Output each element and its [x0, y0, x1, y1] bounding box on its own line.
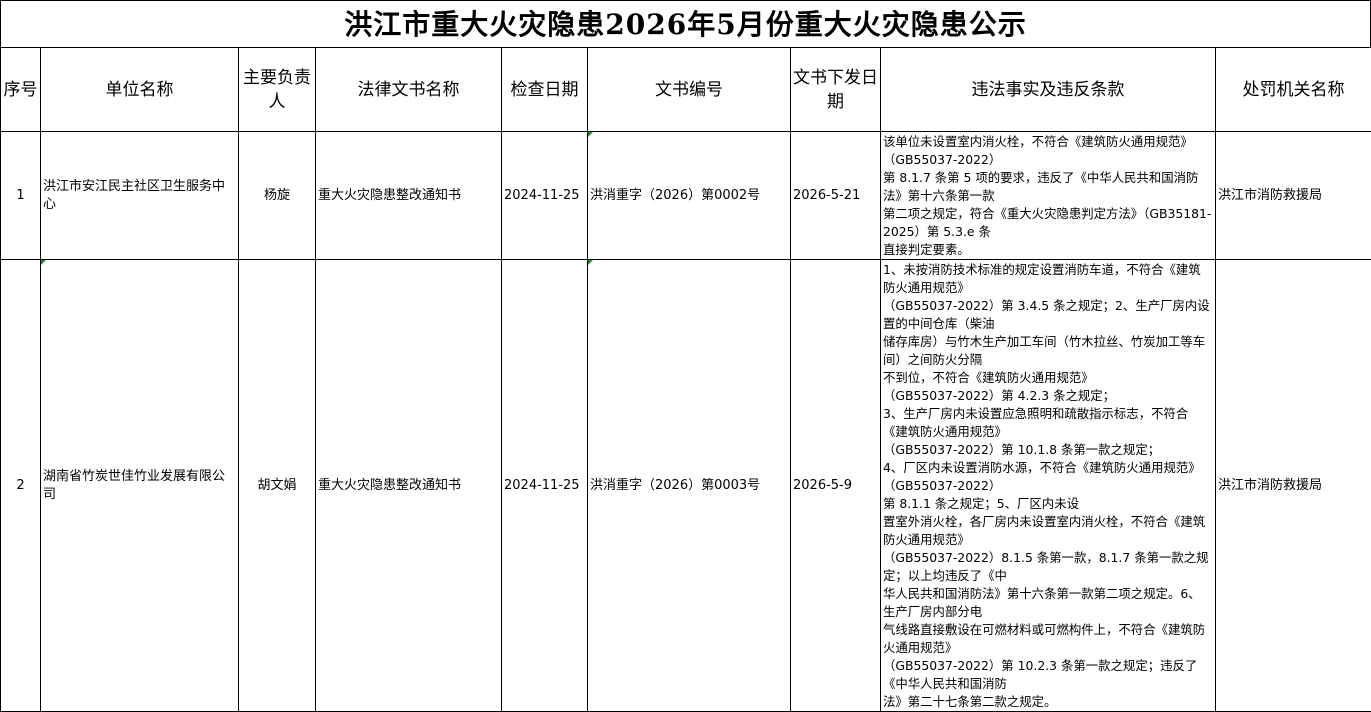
header-seq: 序号 — [1, 48, 41, 132]
page-title: 洪江市重大火灾隐患2026年5月份重大火灾隐患公示 — [0, 0, 1371, 47]
cell-responsible-person: 杨旋 — [239, 132, 316, 260]
header-document-number: 文书编号 — [588, 48, 791, 132]
cell-check-date: 2024-11-25 — [502, 260, 588, 712]
cell-document-number: 洪消重字（2026）第0003号 — [588, 260, 791, 712]
cell-seq: 2 — [1, 260, 41, 712]
cell-unit-name: 洪江市安江民主社区卫生服务中心 — [41, 132, 239, 260]
header-row: 序号 单位名称 主要负责人 法律文书名称 检查日期 文书编号 文书下发日期 违法… — [1, 48, 1371, 132]
table-row: 2 湖南省竹炭世佳竹业发展有限公司 胡文娟 重大火灾隐患整改通知书 2024-1… — [1, 260, 1371, 712]
cell-check-date: 2024-11-25 — [502, 132, 588, 260]
cell-authority: 洪江市消防救援局 — [1216, 132, 1371, 260]
header-legal-document-name: 法律文书名称 — [316, 48, 502, 132]
cell-issue-date: 2026-5-21 — [791, 132, 881, 260]
cell-legal-document-name: 重大火灾隐患整改通知书 — [316, 132, 502, 260]
cell-violation-facts: 1、未按消防技术标准的规定设置消防车道，不符合《建筑防火通用规范》 （GB550… — [881, 260, 1216, 712]
header-authority: 处罚机关名称 — [1216, 48, 1371, 132]
header-check-date: 检查日期 — [502, 48, 588, 132]
table-header: 序号 单位名称 主要负责人 法律文书名称 检查日期 文书编号 文书下发日期 违法… — [1, 48, 1371, 132]
cell-violation-facts: 该单位未设置室内消火栓，不符合《建筑防火通用规范》（GB55037-2022） … — [881, 132, 1216, 260]
cell-document-number: 洪消重字（2026）第0002号 — [588, 132, 791, 260]
hazard-table: 序号 单位名称 主要负责人 法律文书名称 检查日期 文书编号 文书下发日期 违法… — [0, 47, 1371, 712]
notice-sheet: 洪江市重大火灾隐患2026年5月份重大火灾隐患公示 序号 单位名称 主要负责人 … — [0, 0, 1371, 709]
table-row: 1 洪江市安江民主社区卫生服务中心 杨旋 重大火灾隐患整改通知书 2024-11… — [1, 132, 1371, 260]
cell-authority: 洪江市消防救援局 — [1216, 260, 1371, 712]
cell-seq: 1 — [1, 132, 41, 260]
cell-issue-date: 2026-5-9 — [791, 260, 881, 712]
header-unit-name: 单位名称 — [41, 48, 239, 132]
header-violation-facts: 违法事实及违反条款 — [881, 48, 1216, 132]
table-body: 1 洪江市安江民主社区卫生服务中心 杨旋 重大火灾隐患整改通知书 2024-11… — [1, 132, 1371, 712]
cell-responsible-person: 胡文娟 — [239, 260, 316, 712]
cell-legal-document-name: 重大火灾隐患整改通知书 — [316, 260, 502, 712]
header-issue-date: 文书下发日期 — [791, 48, 881, 132]
cell-unit-name: 湖南省竹炭世佳竹业发展有限公司 — [41, 260, 239, 712]
header-responsible-person: 主要负责人 — [239, 48, 316, 132]
